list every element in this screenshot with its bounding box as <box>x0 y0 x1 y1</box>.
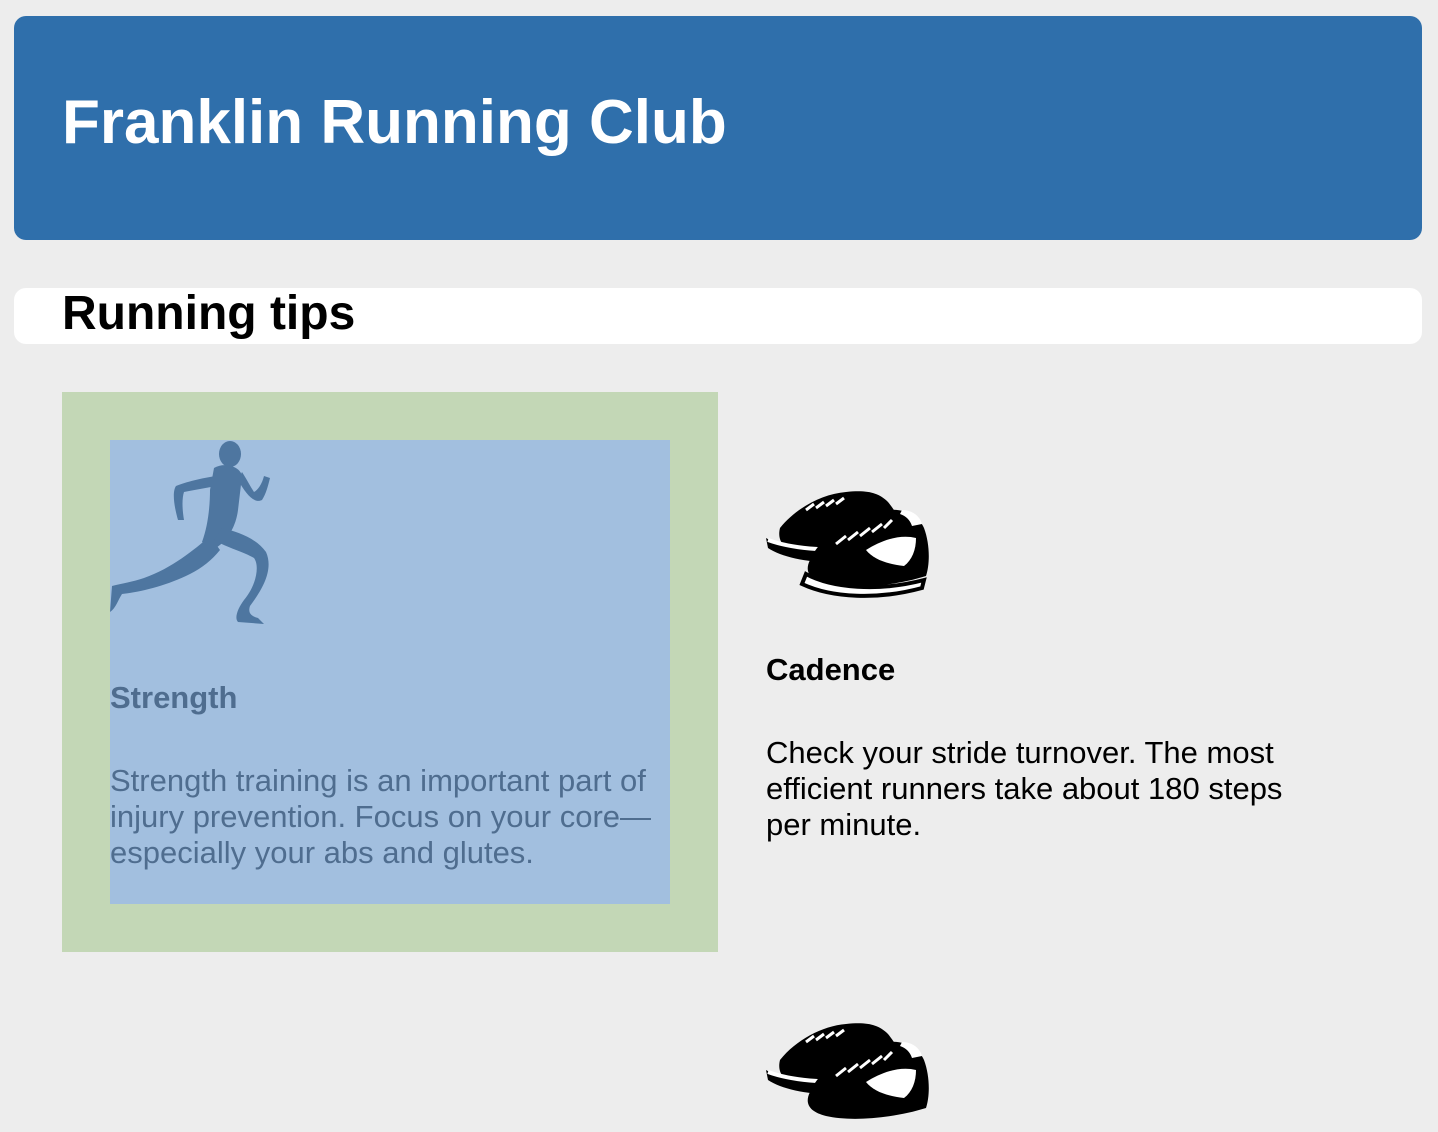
runner-silhouette-icon <box>110 441 270 624</box>
tip-card-strength-inner: Strength Strength training is an importa… <box>110 440 670 904</box>
section-heading-bar: Running tips <box>14 288 1422 344</box>
site-header: Franklin Running Club <box>14 16 1422 240</box>
tip-title-cadence: Cadence <box>766 652 896 687</box>
tip-card-strength: Strength Strength training is an importa… <box>62 392 718 952</box>
tip-body-strength: Strength training is an important part o… <box>110 763 652 870</box>
running-shoes-icon <box>766 1023 929 1119</box>
tip-card-cadence: Cadence Check your stride turnover. The … <box>766 392 1326 952</box>
tip-body-cadence: Check your stride turnover. The most eff… <box>766 735 1283 842</box>
running-shoes-icon <box>766 491 929 598</box>
section-title: Running tips <box>62 287 356 340</box>
tip-title-strength: Strength <box>110 680 238 715</box>
site-title: Franklin Running Club <box>62 88 727 157</box>
